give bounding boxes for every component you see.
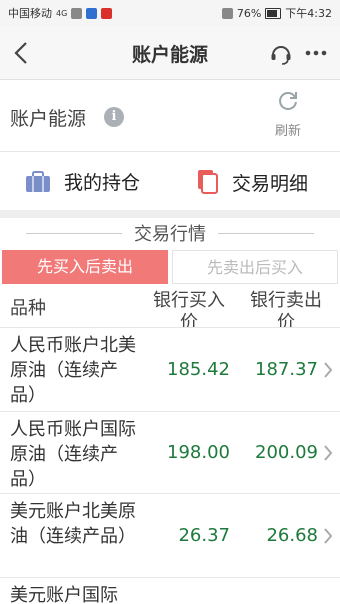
divider (26, 232, 122, 234)
bank-buy-price: 185.42 (167, 359, 230, 380)
table-row[interactable]: 人民币账户国际原油（连续产品） 198.00 200.09 (0, 412, 340, 494)
documents-icon (198, 170, 218, 194)
notification-icon (86, 7, 98, 19)
table-header: 品种 银行买入价 银行卖出价 (0, 288, 340, 328)
bank-sell-price: 200.09 (255, 442, 318, 463)
more-icon (305, 50, 327, 56)
status-bar: 中国移动 4G 76% 下午4:32 (0, 0, 340, 26)
section-title-text: 交易行情 (134, 224, 206, 245)
account-row: 账户能源 i 刷新 (0, 80, 340, 152)
trade-history-label: 交易明细 (232, 172, 309, 195)
direction-tabs: 先买入后卖出 先卖出后买入 (0, 250, 340, 286)
column-header-product: 品种 (10, 298, 46, 319)
chevron-right-icon (322, 412, 334, 493)
refresh-icon (279, 92, 297, 110)
headset-icon (271, 46, 291, 65)
column-header-bank-buy: 银行买入价 (153, 290, 225, 328)
title-bar: 账户能源 (0, 26, 340, 80)
product-name: 人民币账户国际原油（连续产品） (10, 419, 136, 490)
table-row[interactable]: 美元账户北美原油（连续产品） 26.37 26.68 (0, 494, 340, 578)
bank-buy-price: 198.00 (167, 442, 230, 463)
product-name: 人民币账户北美原油（连续产品） (10, 335, 136, 406)
chevron-right-icon (322, 328, 334, 411)
product-name: 美元账户国际 (10, 585, 118, 604)
my-positions-link[interactable]: 我的持仓 (24, 168, 140, 195)
divider (218, 232, 314, 234)
bank-buy-price: 26.37 (178, 525, 230, 546)
customer-service-button[interactable] (268, 40, 294, 66)
trade-history-link[interactable]: 交易明细 (196, 168, 308, 196)
refresh-button[interactable]: 刷新 (266, 88, 310, 144)
table-row[interactable]: 美元账户国际 (0, 578, 340, 604)
tab-sell-first[interactable]: 先卖出后买入 (172, 250, 338, 284)
wifi-icon (71, 7, 83, 19)
hd-icon (221, 7, 233, 19)
column-header-bank-sell: 银行卖出价 (250, 290, 322, 328)
bank-sell-price: 26.68 (266, 525, 318, 546)
market-section-title: 交易行情 (0, 218, 340, 248)
chevron-right-icon (322, 494, 334, 577)
briefcase-icon (26, 170, 50, 192)
network-type: 4G (56, 8, 68, 18)
clock: 下午4:32 (285, 7, 332, 20)
account-label: 账户能源 (10, 108, 87, 130)
battery-icon (265, 7, 282, 19)
battery-percent: 76% (236, 6, 262, 20)
my-positions-label: 我的持仓 (64, 172, 141, 194)
carrier-label: 中国移动 (8, 7, 52, 20)
refresh-label: 刷新 (274, 124, 301, 139)
app-notification-icon (101, 7, 113, 19)
more-button[interactable] (302, 40, 330, 66)
tab-buy-first[interactable]: 先买入后卖出 (2, 250, 168, 284)
product-name: 美元账户北美原油（连续产品） (10, 501, 136, 547)
info-icon[interactable]: i (104, 107, 124, 127)
table-row[interactable]: 人民币账户北美原油（连续产品） 185.42 187.37 (0, 328, 340, 412)
bank-sell-price: 187.37 (255, 359, 318, 380)
quick-links: 我的持仓 交易明细 (0, 152, 340, 218)
